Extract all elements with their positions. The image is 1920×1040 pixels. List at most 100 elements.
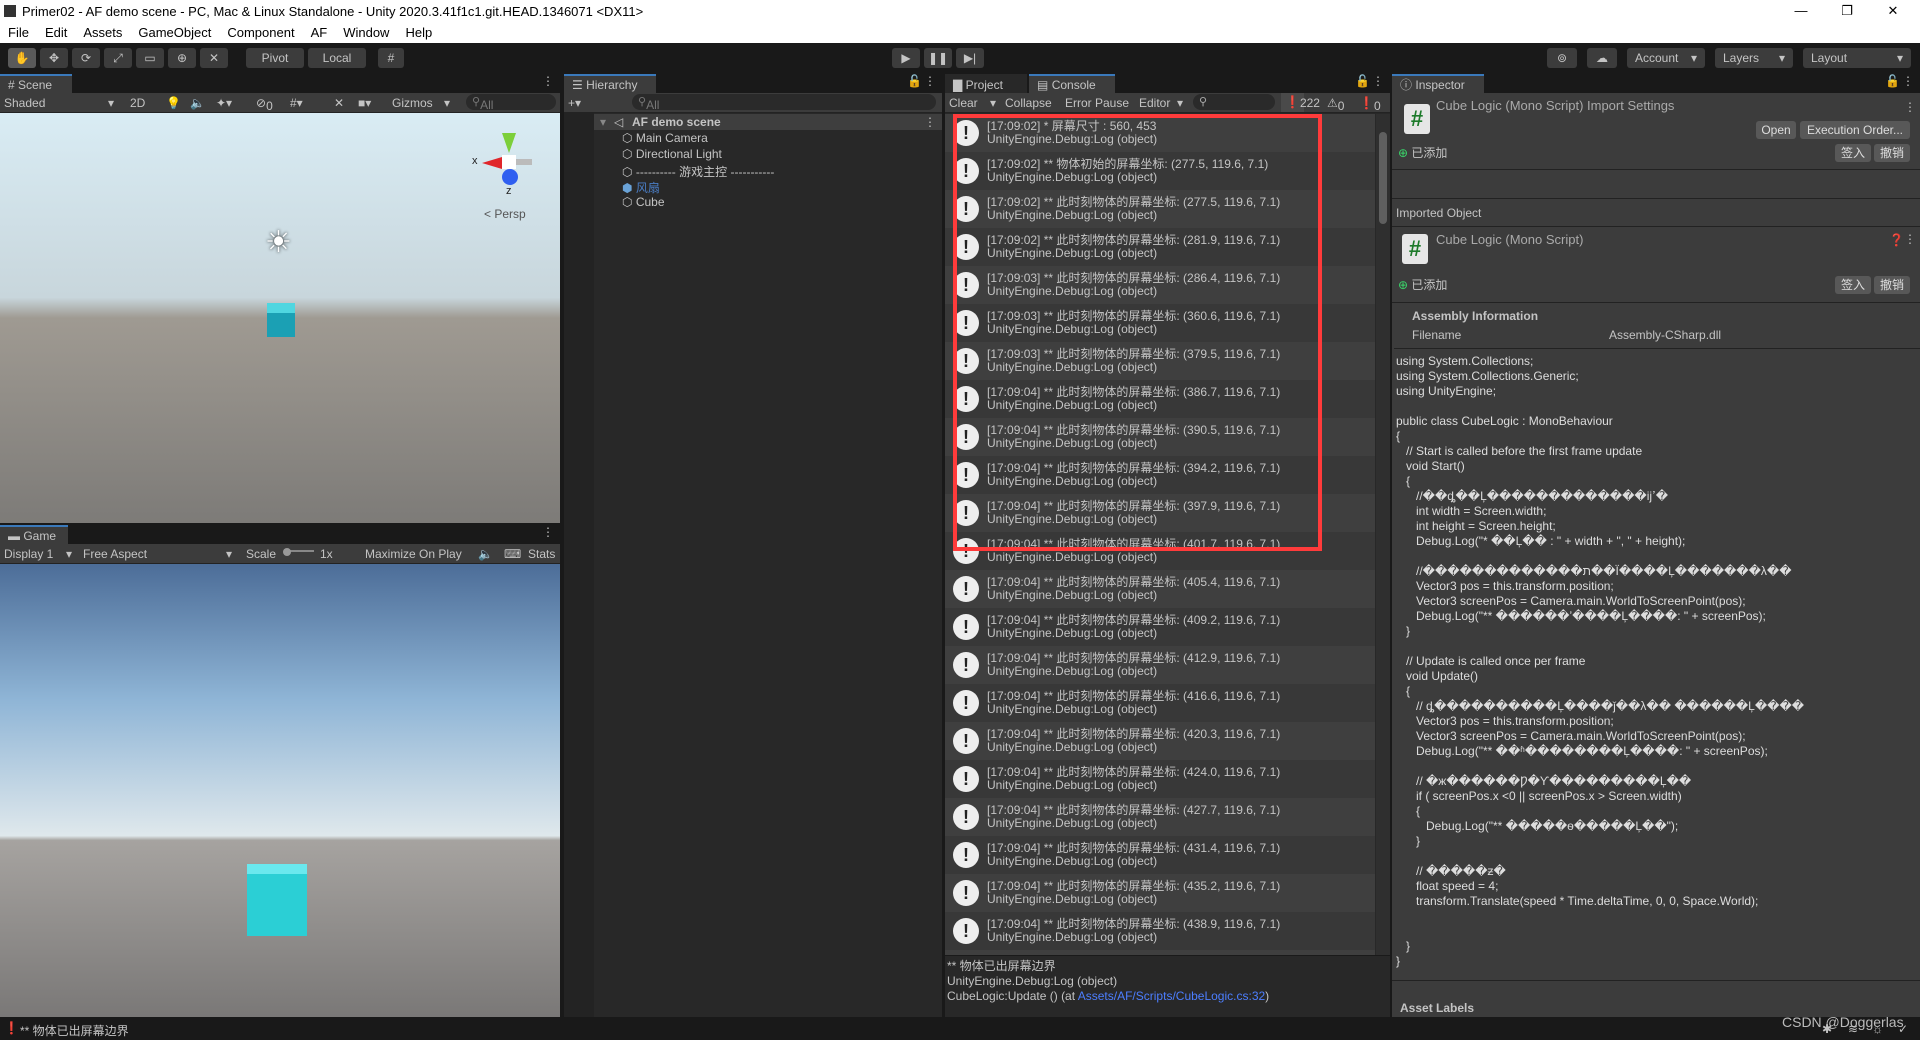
menu-edit[interactable]: Edit — [37, 25, 75, 40]
shading-dropdown[interactable]: Shaded — [4, 96, 45, 110]
hierarchy-item[interactable]: ⬡ Directional Light — [622, 147, 722, 161]
pivot-toggle[interactable]: Pivot — [246, 48, 304, 68]
menu-component[interactable]: Component — [219, 25, 302, 40]
stats-toggle[interactable]: Stats — [528, 547, 555, 561]
console-log-entry[interactable]: ! [17:09:04] ** 此时刻物体的屏幕坐标: (424.0, 119.6… — [945, 760, 1375, 798]
more-icon[interactable]: ⋮ — [1372, 74, 1384, 88]
neg-x-arrow[interactable] — [514, 159, 532, 165]
menu-file[interactable]: File — [0, 25, 37, 40]
keyboard-icon[interactable]: ⌨ — [504, 547, 521, 561]
more-icon[interactable]: ⋮ — [542, 525, 554, 539]
clear-button[interactable]: Clear — [949, 96, 978, 110]
grid-icon[interactable]: #▾ — [290, 96, 303, 110]
move-tool-icon[interactable]: ✥ — [40, 48, 68, 68]
add-button[interactable]: +▾ — [568, 96, 581, 110]
rotate-tool-icon[interactable]: ⟳ — [72, 48, 100, 68]
revert-button[interactable]: 撤销 — [1874, 144, 1910, 162]
lock-icon[interactable]: 🔓 — [907, 74, 922, 88]
game-view[interactable] — [0, 564, 560, 1017]
minimize-button[interactable]: — — [1778, 0, 1824, 22]
pause-button[interactable]: ❚❚ — [924, 48, 952, 68]
scene-row[interactable]: ▾ ◁ AF demo scene ⋮ — [594, 114, 942, 130]
mute-audio-icon[interactable]: 🔈 — [478, 547, 493, 561]
auto-generate-lighting-icon[interactable]: ☼ — [1872, 1022, 1883, 1036]
tab-game[interactable]: ▬ Game — [0, 525, 68, 544]
hierarchy-item[interactable]: ⬡ Cube — [622, 195, 665, 209]
tab-console[interactable]: ▤ Console — [1029, 74, 1115, 93]
scene-search-input[interactable]: ⚲ All — [466, 94, 556, 112]
cache-icon[interactable]: ≋ — [1848, 1022, 1858, 1036]
directional-light-icon[interactable]: ☀ — [265, 225, 292, 260]
local-toggle[interactable]: Local — [308, 48, 366, 68]
maximize-on-play-toggle[interactable]: Maximize On Play — [365, 547, 462, 561]
open-button[interactable]: Open — [1756, 121, 1796, 139]
account-dropdown[interactable]: Account ▾ — [1627, 48, 1705, 68]
cube-object[interactable] — [267, 303, 295, 337]
2d-toggle[interactable]: 2D — [130, 96, 145, 110]
rect-tool-icon[interactable]: ▭ — [136, 48, 164, 68]
menu-help[interactable]: Help — [397, 25, 440, 40]
hierarchy-item[interactable]: ⬡ ---------- 游戏主控 ----------- — [622, 163, 774, 180]
more-icon[interactable]: ⋮ — [924, 74, 936, 88]
checkin-button[interactable]: 签入 — [1835, 276, 1871, 294]
progress-check-icon[interactable]: ✓ — [1898, 1022, 1908, 1036]
console-log-entry[interactable]: ! [17:09:04] ** 此时刻物体的屏幕坐标: (438.9, 119.6… — [945, 912, 1375, 950]
y-axis-arrow[interactable] — [502, 133, 516, 153]
maximize-button[interactable]: ❐ — [1824, 0, 1870, 22]
play-button[interactable]: ▶ — [892, 48, 920, 68]
layers-dropdown[interactable]: Layers ▾ — [1715, 48, 1793, 68]
orientation-gizmo[interactable]: x z — [472, 133, 542, 203]
persp-label[interactable]: < Persp — [484, 207, 526, 221]
scale-slider-handle[interactable] — [283, 548, 291, 556]
camera-icon[interactable]: ■▾ — [358, 96, 371, 110]
console-log-entry[interactable]: ! [17:09:04] ** 此时刻物体的屏幕坐标: (435.2, 119.6… — [945, 874, 1375, 912]
hidden-objects-icon[interactable]: ⊘ 0 — [256, 96, 273, 113]
audio-icon[interactable]: 🔈 — [190, 96, 205, 110]
layout-dropdown[interactable]: Layout ▾ — [1803, 48, 1911, 68]
console-search-input[interactable]: ⚲ — [1193, 94, 1275, 110]
bug-icon[interactable]: ✱ — [1822, 1022, 1832, 1036]
script-link[interactable]: Assets/AF/Scripts/CubeLogic.cs:32 — [1078, 989, 1265, 1003]
grid-snap-icon[interactable]: # — [378, 48, 404, 68]
checkin-button[interactable]: 签入 — [1835, 144, 1871, 162]
display-dropdown[interactable]: Display 1 — [4, 547, 53, 561]
console-log-entry[interactable]: ! [17:09:04] ** 此时刻物体的屏幕坐标: (409.2, 119.6… — [945, 608, 1375, 646]
console-detail-pane[interactable]: ** 物体已出屏幕边界 UnityEngine.Debug:Log (objec… — [945, 955, 1390, 1017]
console-log-entry[interactable]: ! [17:09:04] ** 此时刻物体的屏幕坐标: (427.7, 119.6… — [945, 798, 1375, 836]
x-axis-arrow[interactable] — [482, 157, 502, 169]
more-icon[interactable]: ⋮ — [1904, 100, 1916, 114]
console-log-entry[interactable]: ! [17:09:04] ** 此时刻物体的屏幕坐标: (431.4, 119.6… — [945, 836, 1375, 874]
lighting-icon[interactable]: 💡 — [166, 96, 181, 110]
menu-assets[interactable]: Assets — [75, 25, 130, 40]
revert-button[interactable]: 撤销 — [1874, 276, 1910, 294]
menu-gameobject[interactable]: GameObject — [130, 25, 219, 40]
more-icon[interactable]: ⋮ — [1904, 232, 1916, 246]
console-log-entry[interactable]: ! [17:09:04] ** 此时刻物体的屏幕坐标: (412.9, 119.6… — [945, 646, 1375, 684]
collapse-toggle[interactable]: Collapse — [1005, 96, 1052, 110]
console-log-entry[interactable]: ! [17:09:04] ** 此时刻物体的屏幕坐标: (420.3, 119.6… — [945, 722, 1375, 760]
clear-options-dropdown[interactable]: ▾ — [990, 96, 996, 110]
tab-hierarchy[interactable]: ☰ Hierarchy — [564, 74, 656, 93]
tab-scene[interactable]: # Scene — [0, 74, 72, 93]
more-icon[interactable]: ⋮ — [924, 115, 936, 129]
z-axis-arrow[interactable] — [502, 169, 518, 185]
hierarchy-search-input[interactable]: ⚲ All — [632, 94, 936, 112]
scene-view[interactable]: ☀ x z < Persp — [0, 113, 560, 523]
console-log-entry[interactable]: ! [17:09:04] ** 此时刻物体的屏幕坐标: (405.4, 119.6… — [945, 570, 1375, 608]
status-message[interactable]: ** 物体已出屏幕边界 — [20, 1022, 129, 1039]
warning-filter-toggle[interactable]: ⚠ 0 — [1327, 96, 1344, 113]
log-filter-toggle[interactable]: ❗ 222 — [1281, 93, 1320, 112]
menu-af[interactable]: AF — [303, 25, 336, 40]
collab-icon[interactable]: ⊚ — [1547, 48, 1577, 68]
cloud-icon[interactable]: ☁ — [1587, 48, 1617, 68]
transform-tool-icon[interactable]: ⊕ — [168, 48, 196, 68]
more-icon[interactable]: ⋮ — [542, 74, 554, 88]
close-button[interactable]: ✕ — [1870, 0, 1916, 22]
tab-inspector[interactable]: ⓘ Inspector — [1392, 74, 1484, 93]
step-button[interactable]: ▶| — [956, 48, 984, 68]
gizmos-dropdown[interactable]: Gizmos — [392, 96, 433, 110]
aspect-dropdown[interactable]: Free Aspect — [83, 547, 147, 561]
lock-icon[interactable]: 🔓 — [1885, 74, 1900, 88]
hierarchy-item-prefab[interactable]: ⬢ 风扇 — [622, 179, 660, 196]
more-icon[interactable]: ⋮ — [1902, 74, 1914, 88]
